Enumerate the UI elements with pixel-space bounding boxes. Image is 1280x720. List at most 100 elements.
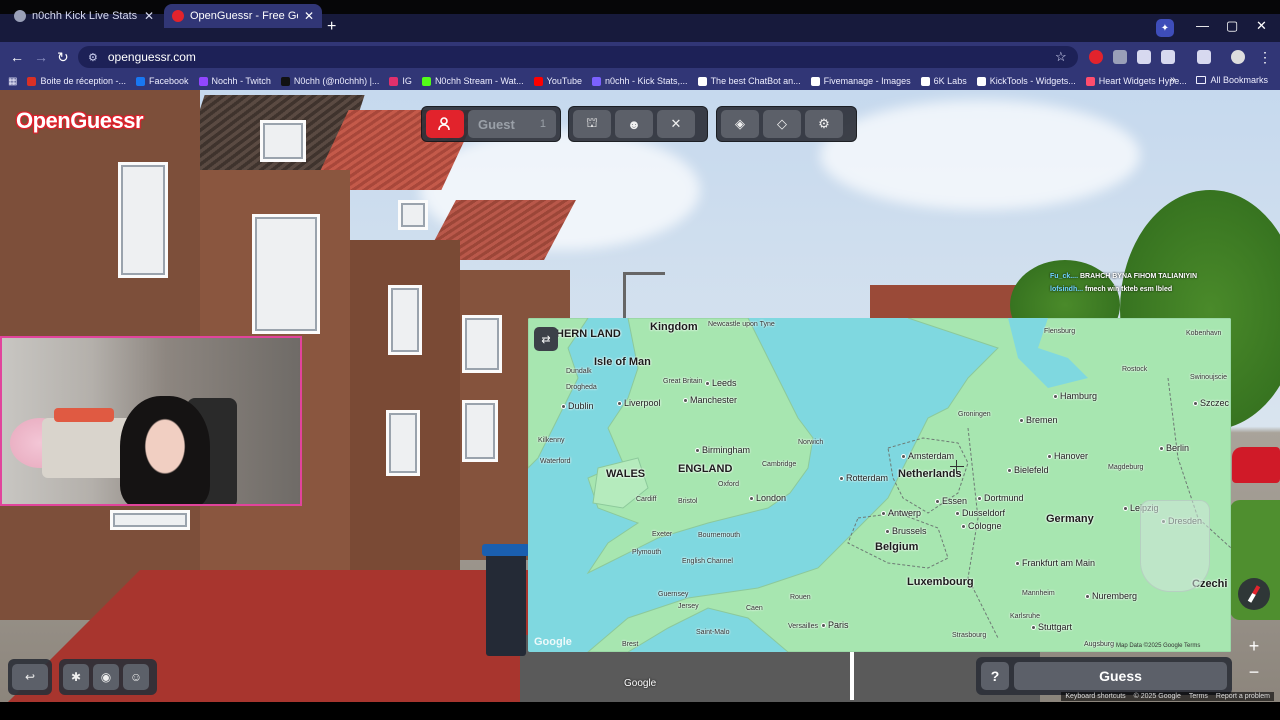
map-label-city: Szczec bbox=[1200, 398, 1230, 408]
bookmark-item[interactable]: N0chh Stream - Wat... bbox=[421, 76, 524, 86]
new-tab-button[interactable]: + bbox=[327, 18, 336, 36]
bookmark-item[interactable]: The best ChatBot an... bbox=[697, 76, 801, 86]
close-tab-icon[interactable]: ✕ bbox=[144, 9, 154, 23]
close-window-button[interactable]: ✕ bbox=[1256, 18, 1267, 34]
all-bookmarks-label: All Bookmarks bbox=[1210, 75, 1268, 85]
map-label-small: Groningen bbox=[958, 411, 991, 418]
forward-icon[interactable]: → bbox=[34, 49, 48, 65]
bookmark-item[interactable]: n0chh - Kick Stats,... bbox=[592, 76, 688, 86]
bookmark-label: n0chh - Kick Stats,... bbox=[605, 76, 688, 86]
zoom-in-button[interactable]: + bbox=[1244, 636, 1264, 656]
assistant-icon[interactable]: ✦ bbox=[1156, 19, 1174, 37]
bookmark-item[interactable]: N0chh (@n0chhh) |... bbox=[280, 76, 379, 86]
cast-icon[interactable] bbox=[1197, 50, 1211, 64]
city-dot-icon bbox=[821, 623, 826, 628]
city-dot-icon bbox=[901, 454, 906, 459]
url-input[interactable]: ⚙ openguessr.com bbox=[78, 46, 1078, 68]
bookmark-favicon-icon bbox=[697, 76, 707, 86]
keyboard-shortcuts-link[interactable]: Keyboard shortcuts bbox=[1065, 693, 1125, 700]
city-dot-icon bbox=[1123, 506, 1128, 511]
city-dot-icon bbox=[1053, 394, 1058, 399]
site-settings-icon[interactable]: ⚙ bbox=[88, 51, 98, 64]
report-bug-button[interactable]: ✱ bbox=[63, 664, 89, 690]
terms-link[interactable]: Terms bbox=[1189, 693, 1208, 700]
map-label-country: Germany bbox=[1046, 513, 1094, 525]
account-button[interactable] bbox=[426, 110, 464, 138]
bookmark-favicon-icon bbox=[198, 76, 208, 86]
report-problem-link[interactable]: Report a problem bbox=[1216, 693, 1270, 700]
profile-avatar[interactable] bbox=[1231, 50, 1245, 64]
map-attribution: Map Data ©2025 Google Terms bbox=[1116, 643, 1201, 649]
back-icon[interactable]: ← bbox=[10, 49, 24, 65]
menu-dots-icon[interactable]: ⋮ bbox=[1258, 49, 1272, 66]
bookmark-item[interactable]: Boite de réception -... bbox=[27, 76, 126, 86]
map-label-small: Drogheda bbox=[566, 384, 597, 391]
minimize-button[interactable]: — bbox=[1196, 18, 1209, 33]
party-button[interactable]: ⛫ bbox=[573, 110, 611, 138]
apps-grid-icon[interactable]: ▦ bbox=[8, 76, 17, 87]
map-label-small: Dundalk bbox=[566, 368, 592, 375]
cursor-crosshair-icon bbox=[950, 460, 964, 474]
multiplayer-button[interactable]: ☻ bbox=[615, 110, 653, 138]
city-dot-icon bbox=[885, 529, 890, 534]
compass-button[interactable] bbox=[1238, 578, 1270, 610]
bookmark-item[interactable]: YouTube bbox=[533, 76, 582, 86]
map-expand-button[interactable]: ⇄ bbox=[534, 327, 558, 351]
no-move-button[interactable]: ✕ bbox=[657, 110, 695, 138]
hint-button[interactable]: ? bbox=[981, 662, 1009, 690]
window bbox=[260, 120, 306, 162]
map-label-country: Luxembourg bbox=[907, 576, 974, 588]
city-dot-icon bbox=[881, 511, 886, 516]
window bbox=[388, 285, 422, 355]
tab-openguessr[interactable]: OpenGuessr - Free GeoGuessr Al ✕ bbox=[164, 4, 322, 28]
maximize-button[interactable]: ▢ bbox=[1226, 18, 1238, 34]
bookmark-favicon-icon bbox=[136, 76, 146, 86]
openguessr-logo[interactable]: OpenGuessr bbox=[16, 108, 144, 134]
bug-icon: ✱ bbox=[70, 670, 82, 684]
bookmark-item[interactable]: IG bbox=[389, 76, 412, 86]
street-lamp bbox=[623, 272, 665, 322]
close-tab-icon[interactable]: ✕ bbox=[304, 9, 314, 23]
city-dot-icon bbox=[1007, 468, 1012, 473]
extensions-puzzle-icon[interactable] bbox=[1161, 50, 1175, 64]
zoom-out-button[interactable]: − bbox=[1244, 662, 1264, 682]
layers-alt-button[interactable]: ◇ bbox=[763, 110, 801, 138]
map-label-small: Rouen bbox=[790, 594, 811, 601]
bookmark-item[interactable]: Facebook bbox=[136, 76, 189, 86]
user-add-icon bbox=[438, 117, 450, 131]
guess-map[interactable]: Kingdom Isle of Man WALES ENGLAND Netherland… bbox=[528, 318, 1231, 652]
map-google-logo: Google bbox=[534, 636, 572, 648]
tab-favicon-icon bbox=[14, 10, 26, 22]
tab-kick-stats[interactable]: n0chh Kick Live Stats — Top Ch ✕ bbox=[6, 4, 162, 28]
extension-icon[interactable] bbox=[1089, 50, 1103, 64]
webcam-overlay bbox=[0, 336, 302, 506]
bookmark-star-icon[interactable]: ☆ bbox=[1055, 49, 1067, 65]
more-bookmarks-button[interactable]: » bbox=[1170, 74, 1176, 85]
map-label-small: Oxford bbox=[718, 481, 740, 488]
extension-icon[interactable] bbox=[1137, 50, 1151, 64]
map-label-small: Mannheim bbox=[1022, 590, 1055, 597]
party-icon: ⛫ bbox=[586, 115, 598, 130]
webcam-pillow bbox=[54, 408, 114, 422]
bookmark-label: Fivemanage - Images bbox=[823, 76, 911, 86]
city-dot-icon bbox=[1085, 594, 1090, 599]
bookmark-item[interactable]: KickTools - Widgets... bbox=[976, 76, 1076, 86]
reddit-button[interactable]: ☺ bbox=[123, 664, 149, 690]
map-label-small: Kobenhavn bbox=[1186, 330, 1222, 337]
guess-button[interactable]: Guess bbox=[1014, 662, 1227, 690]
map-label-small: Versailles bbox=[788, 623, 818, 630]
bookmark-item[interactable]: Fivemanage - Images bbox=[810, 76, 911, 86]
bookmark-item[interactable]: 6K Labs bbox=[920, 76, 967, 86]
chat-user: lofsindh... bbox=[1050, 286, 1085, 293]
bookmark-item[interactable]: Nochh - Twitch bbox=[198, 76, 271, 86]
back-button[interactable]: ↩ bbox=[12, 664, 48, 690]
chat-text: BRAHCH BYNA FIHOM TALIANIYIN bbox=[1079, 273, 1198, 280]
discord-button[interactable]: ◉ bbox=[93, 664, 119, 690]
settings-icon: ⚙ bbox=[818, 116, 830, 131]
reload-icon[interactable]: ↻ bbox=[57, 49, 69, 66]
layers-button[interactable]: ◈ bbox=[721, 110, 759, 138]
reddit-icon: ☺ bbox=[129, 670, 143, 684]
settings-button[interactable]: ⚙ bbox=[805, 110, 843, 138]
all-bookmarks-button[interactable]: All Bookmarks bbox=[1196, 75, 1268, 85]
extension-icon[interactable] bbox=[1113, 50, 1127, 64]
